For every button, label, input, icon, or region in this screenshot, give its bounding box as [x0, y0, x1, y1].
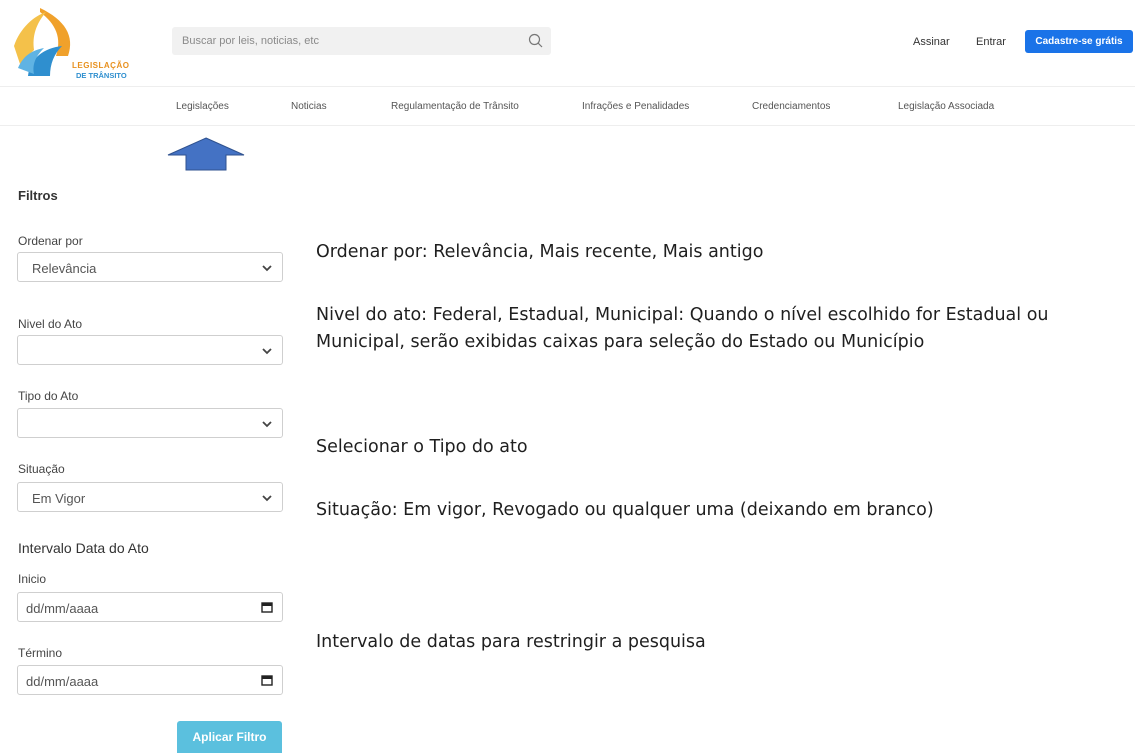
signup-button[interactable]: Cadastre-se grátis [1025, 30, 1133, 53]
nav-divider-top [0, 86, 1135, 87]
annotation-ordenar: Ordenar por: Relevância, Mais recente, M… [316, 242, 764, 262]
logo-text-line2: DE TRÂNSITO [76, 71, 127, 80]
nav-item-credenciamentos[interactable]: Credenciamentos [752, 101, 830, 112]
nivel-select[interactable] [17, 335, 283, 365]
entrar-link[interactable]: Entrar [976, 36, 1006, 48]
termino-value: dd/mm/aaaa [26, 674, 99, 689]
nivel-label: Nivel do Ato [18, 317, 83, 331]
situacao-select[interactable]: Em Vigor [17, 482, 283, 512]
inicio-date-input[interactable]: dd/mm/aaaa [17, 592, 283, 622]
filters-heading: Filtros [18, 188, 58, 203]
search-bar [172, 27, 551, 55]
ordenar-value: Relevância [32, 261, 97, 276]
nav-item-regulamentacao[interactable]: Regulamentação de Trânsito [391, 101, 519, 112]
inicio-value: dd/mm/aaaa [26, 601, 99, 616]
calendar-icon[interactable] [261, 674, 273, 686]
logo-text-line1: LEGISLAÇÃO [72, 61, 130, 70]
nav-item-legislacao-associada[interactable]: Legislação Associada [898, 101, 994, 112]
nav-item-noticias[interactable]: Noticias [291, 101, 327, 112]
tipo-label: Tipo do Ato [18, 389, 79, 403]
chevron-down-icon [262, 421, 272, 428]
annotation-situacao: Situação: Em vigor, Revogado ou qualquer… [316, 500, 934, 520]
annotation-intervalo: Intervalo de datas para restringir a pes… [316, 632, 706, 652]
chevron-down-icon [262, 265, 272, 272]
assinar-link[interactable]: Assinar [913, 36, 950, 48]
site-logo[interactable]: LEGISLAÇÃO DE TRÂNSITO [10, 6, 140, 82]
inicio-label: Inicio [18, 572, 47, 586]
termino-label: Término [18, 646, 63, 660]
termino-date-input[interactable]: dd/mm/aaaa [17, 665, 283, 695]
up-arrow-icon [167, 137, 245, 171]
search-icon[interactable] [527, 32, 545, 50]
ordenar-label: Ordenar por [18, 234, 83, 248]
date-range-heading: Intervalo Data do Ato [18, 540, 149, 556]
annotation-nivel: Nivel do ato: Federal, Estadual, Municip… [316, 305, 1049, 352]
calendar-icon[interactable] [261, 601, 273, 613]
search-input[interactable] [172, 27, 522, 55]
ordenar-select[interactable]: Relevância [17, 252, 283, 282]
tipo-select[interactable] [17, 408, 283, 438]
apply-filter-button[interactable]: Aplicar Filtro [177, 721, 282, 753]
annotation-tipo: Selecionar o Tipo do ato [316, 437, 528, 457]
situacao-value: Em Vigor [32, 491, 86, 506]
chevron-down-icon [262, 495, 272, 502]
chevron-down-icon [262, 348, 272, 355]
nav-divider-bottom [0, 125, 1135, 126]
nav-item-legislacoes[interactable]: Legislações [176, 101, 229, 112]
nav-item-infracoes[interactable]: Infrações e Penalidades [582, 101, 689, 112]
situacao-label: Situação [18, 462, 65, 476]
